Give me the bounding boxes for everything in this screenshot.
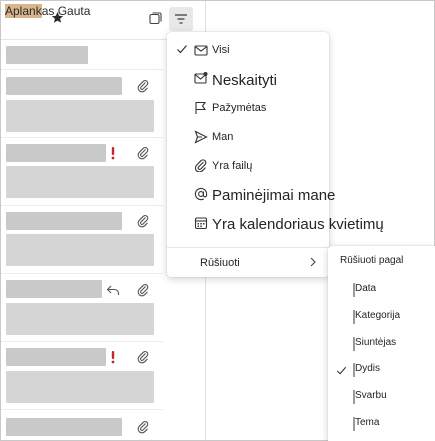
sort-option-sender[interactable]: Siuntėjas	[328, 334, 435, 354]
filter-item-all[interactable]: Visi	[167, 36, 329, 64]
filter-item-label: Paminėjimai mane	[212, 187, 336, 204]
message-row[interactable]	[1, 71, 163, 138]
attachment-icon	[137, 351, 149, 364]
attachment-icon	[137, 421, 149, 434]
calendar-icon	[194, 217, 208, 230]
filter-item-label: Yra kalendoriaus kvietimų	[212, 216, 384, 233]
checkmark-icon	[336, 366, 347, 375]
filter-item-label: Visi	[212, 44, 230, 56]
message-row[interactable]	[1, 41, 163, 70]
sort-option-importance[interactable]: Svarbu	[328, 387, 435, 407]
paperclip-icon	[194, 159, 207, 172]
message-row[interactable]	[1, 343, 163, 410]
filter-item-mentions[interactable]: Paminėjimai mane	[167, 182, 335, 210]
message-row[interactable]	[1, 139, 163, 206]
send-arrow-icon	[194, 130, 208, 144]
unread-mail-icon	[194, 72, 208, 84]
attachment-icon	[137, 80, 149, 93]
message-row[interactable]	[1, 207, 163, 274]
attachment-icon	[137, 147, 149, 160]
filter-menu: Visi Neskaityti Pažymėtas Man Yra failų	[167, 32, 384, 277]
filter-item-flagged[interactable]: Pažymėtas	[167, 94, 329, 122]
filter-item-unread[interactable]: Neskaityti	[167, 66, 329, 94]
sort-label: Rūšiuoti	[200, 257, 240, 269]
filter-button[interactable]	[169, 7, 193, 31]
sender-placeholder	[6, 212, 122, 230]
sort-option-label: Dydis	[355, 363, 381, 374]
at-sign-icon	[194, 187, 208, 201]
high-importance-icon	[111, 147, 115, 160]
folder-title-rest: as Gauta	[41, 4, 91, 18]
preview-placeholder	[6, 166, 154, 198]
sort-option-label: Tema	[355, 417, 380, 428]
filter-item-label: Neskaityti	[212, 72, 278, 89]
high-importance-icon	[111, 351, 115, 364]
filter-item-to-me[interactable]: Man	[167, 123, 329, 151]
chevron-right-icon	[310, 257, 316, 267]
sender-placeholder	[6, 348, 106, 366]
folder-title[interactable]: Aplankas Gauta	[5, 4, 90, 18]
filter-item-label: Man	[212, 131, 234, 143]
sort-header-label: Rūšiuoti pagal	[340, 255, 404, 266]
message-row[interactable]	[1, 411, 163, 440]
sort-menu-item[interactable]: Rūšiuoti	[167, 248, 329, 276]
sort-submenu-header: Rūšiuoti pagal	[328, 252, 435, 272]
flag-icon	[195, 101, 207, 114]
sender-placeholder	[6, 280, 102, 298]
sort-submenu: Rūšiuoti pagal Data Kategorija Siuntėjas…	[328, 246, 435, 441]
sort-option-date[interactable]: Data	[328, 280, 435, 300]
filter-item-calendar-invites[interactable]: Yra kalendoriaus kvietimų	[167, 212, 384, 240]
filter-icon	[175, 14, 187, 24]
sort-option-label: Svarbu	[355, 390, 387, 401]
attachment-icon	[137, 284, 149, 297]
sender-placeholder	[6, 46, 88, 64]
mail-icon	[194, 45, 208, 56]
replied-icon	[106, 285, 120, 295]
sort-option-size[interactable]: Dydis	[328, 360, 435, 380]
favorite-star-icon[interactable]	[51, 11, 64, 24]
select-mode-icon[interactable]	[149, 12, 162, 25]
sender-placeholder	[6, 144, 106, 162]
sort-option-label: Data	[355, 283, 377, 294]
preview-placeholder	[6, 371, 154, 403]
filter-item-label: Yra failų	[212, 160, 253, 172]
preview-placeholder	[6, 234, 154, 266]
sender-placeholder	[6, 418, 122, 436]
preview-placeholder	[6, 100, 154, 132]
sort-option-subject[interactable]: Tema	[328, 414, 435, 434]
checkmark-icon	[177, 45, 187, 54]
sort-option-label: Kategorija	[355, 310, 401, 321]
filter-item-has-files[interactable]: Yra failų	[167, 152, 329, 180]
sort-option-category[interactable]: Kategorija	[328, 307, 435, 327]
sort-option-label: Siuntėjas	[355, 337, 397, 348]
filter-item-label: Pažymėtas	[212, 102, 267, 114]
folder-title-highlight: Aplank	[5, 4, 42, 18]
message-row[interactable]	[1, 275, 163, 342]
preview-placeholder	[6, 303, 154, 335]
attachment-icon	[137, 215, 149, 228]
sender-placeholder	[6, 77, 122, 95]
